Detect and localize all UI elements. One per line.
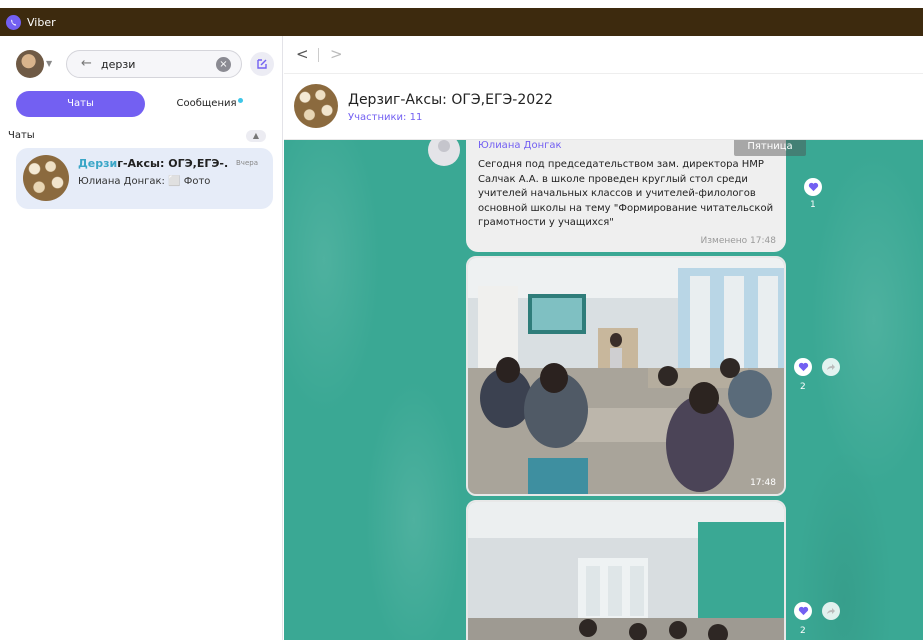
chat-avatar xyxy=(23,155,69,201)
nav-bar: < > xyxy=(284,36,923,74)
conversation[interactable]: Юлиана Донгак Пятница Сегодня под предсе… xyxy=(284,140,923,640)
chevron-down-icon[interactable]: ▼ xyxy=(46,59,52,68)
edited-timestamp: Изменено 17:48 xyxy=(700,236,776,246)
search-input[interactable] xyxy=(101,55,211,73)
chat-header[interactable]: Дерзиг-Аксы: ОГЭ,ЕГЭ-2022 Участники: 11 xyxy=(284,74,923,140)
tab-messages[interactable]: Сообщения xyxy=(145,91,274,117)
reaction-count: 1 xyxy=(810,200,816,210)
chat-time: Вчера xyxy=(236,159,258,167)
viber-logo-icon xyxy=(6,14,21,30)
chat-name: Дерзиг-Аксы: ОГЭ,ЕГЭ-... xyxy=(78,157,228,170)
heart-reaction-icon[interactable] xyxy=(794,358,812,376)
group-avatar[interactable] xyxy=(294,84,338,128)
reaction-count: 2 xyxy=(800,382,806,392)
sidebar: ▼ ← × Чаты Сообщения Чаты ▲ Дерзиг-Аксы:… xyxy=(0,36,283,640)
chat-name-rest: г-Аксы: ОГЭ,ЕГЭ-... xyxy=(117,157,228,170)
chat-name-match: Дерзи xyxy=(78,157,118,170)
compose-icon xyxy=(257,59,267,69)
chevron-up-icon[interactable]: ▲ xyxy=(246,130,266,142)
sender-name[interactable]: Юлиана Донгак xyxy=(478,140,562,151)
share-icon[interactable] xyxy=(822,358,840,376)
clear-icon[interactable]: × xyxy=(216,57,231,72)
forward-icon[interactable]: > xyxy=(330,45,343,63)
tab-messages-label: Сообщения xyxy=(176,98,237,109)
back-arrow-icon[interactable]: ← xyxy=(81,56,92,71)
photo-attachment[interactable] xyxy=(466,500,786,640)
tabs: Чаты Сообщения xyxy=(16,91,274,117)
compose-button[interactable] xyxy=(250,52,274,76)
section-label: Чаты xyxy=(8,130,35,141)
reaction-count: 2 xyxy=(800,626,806,636)
nav-divider xyxy=(318,48,319,62)
day-separator: Пятница xyxy=(734,140,806,156)
chat-preview: Юлиана Донгак: ⬜ Фото xyxy=(78,176,211,187)
heart-reaction-icon[interactable] xyxy=(804,178,822,196)
back-icon[interactable]: < xyxy=(296,45,309,63)
titlebar: Viber xyxy=(0,8,923,36)
main-panel: < > Дерзиг-Аксы: ОГЭ,ЕГЭ-2022 Участники:… xyxy=(284,36,923,640)
message-text: Сегодня под председательством зам. дирек… xyxy=(478,159,774,228)
search-box[interactable]: ← × xyxy=(66,50,242,78)
unread-dot xyxy=(237,98,243,103)
photo-attachment[interactable]: 17:48 xyxy=(466,256,786,496)
classroom-photo xyxy=(468,502,784,640)
photo-timestamp: 17:48 xyxy=(750,478,776,488)
tab-chats[interactable]: Чаты xyxy=(16,91,145,117)
classroom-photo xyxy=(468,258,784,494)
heart-reaction-icon[interactable] xyxy=(794,602,812,620)
app-title: Viber xyxy=(27,15,56,29)
share-icon[interactable] xyxy=(822,602,840,620)
sender-avatar[interactable] xyxy=(428,140,460,166)
chat-title: Дерзиг-Аксы: ОГЭ,ЕГЭ-2022 xyxy=(348,92,553,108)
sidebar-top-row: ▼ ← × xyxy=(16,49,274,78)
chat-list-item[interactable]: Дерзиг-Аксы: ОГЭ,ЕГЭ-... Вчера Юлиана До… xyxy=(16,148,273,209)
avatar[interactable] xyxy=(16,50,44,78)
members-count[interactable]: Участники: 11 xyxy=(348,112,422,123)
message-bubble[interactable]: Юлиана Донгак Пятница Сегодня под предсе… xyxy=(466,140,806,252)
